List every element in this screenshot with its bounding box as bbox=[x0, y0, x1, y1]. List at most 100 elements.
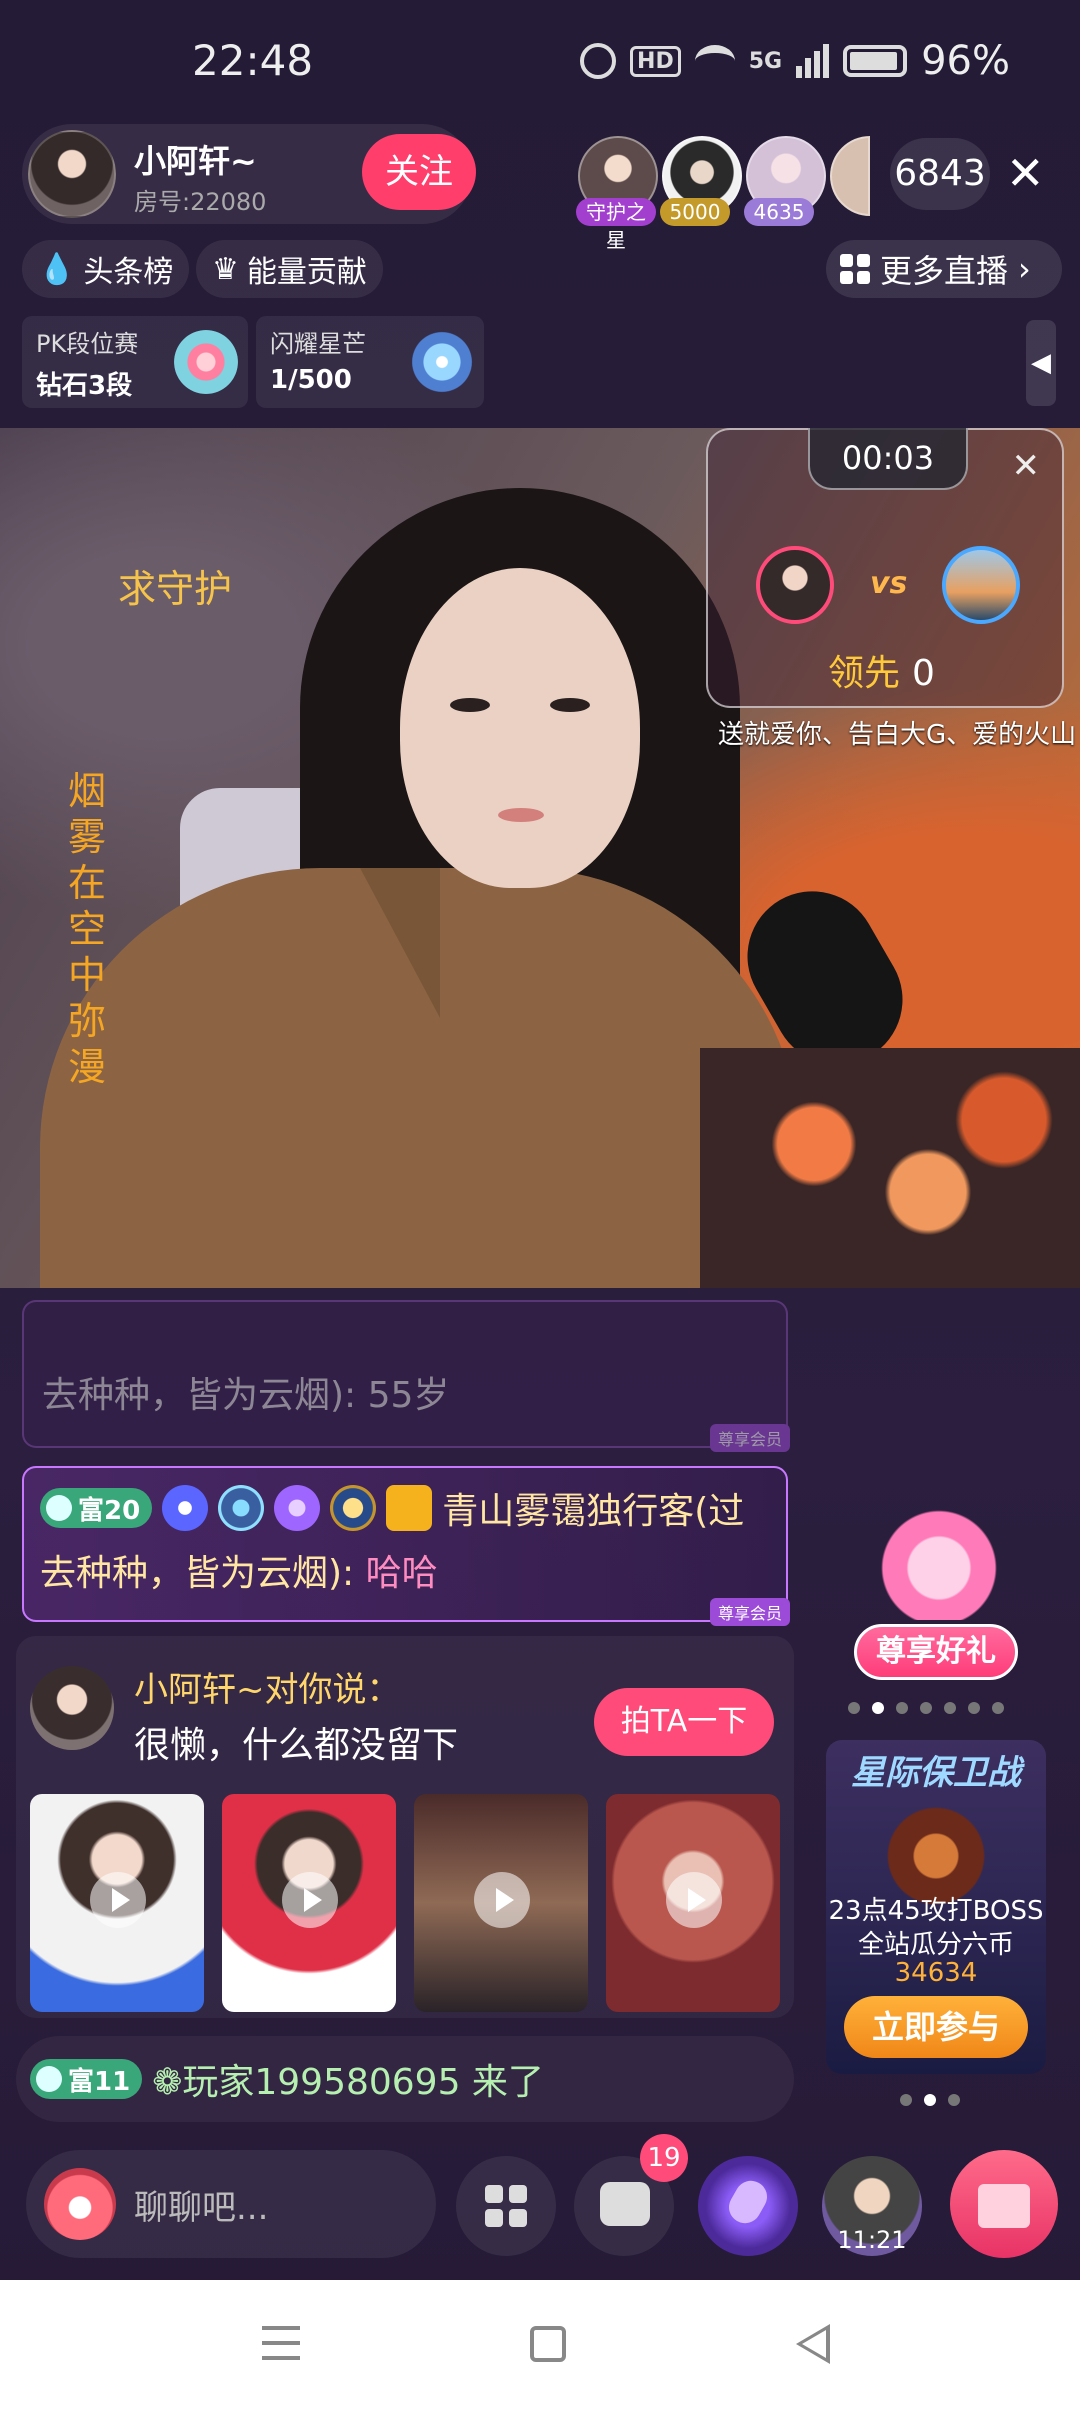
pk-rank-card[interactable]: PK段位赛 钻石3段 bbox=[22, 316, 248, 408]
video-thumbnails bbox=[30, 1794, 780, 2012]
member-tag: 尊享会员 bbox=[709, 1424, 790, 1452]
join-event-button[interactable]: 立即参与 bbox=[844, 1996, 1028, 2058]
host-message-card: 小阿轩~对你说： 很懒，什么都没留下 拍TA一下 bbox=[16, 1636, 794, 2018]
chat-message-faded: 去种种，皆为云烟): 55岁 尊享会员 bbox=[22, 1300, 790, 1452]
top-viewers: 守护之星 5000 4635 bbox=[576, 136, 874, 252]
viewer-avatar[interactable]: 5000 bbox=[660, 136, 742, 226]
video-thumbnail[interactable] bbox=[414, 1794, 588, 2012]
pk-battle-card[interactable]: 00:03 ✕ vs 领先 0 bbox=[706, 428, 1064, 708]
mic-link-button[interactable] bbox=[698, 2156, 798, 2256]
pk-rank-emblem-icon bbox=[174, 330, 238, 394]
close-icon[interactable]: ✕ bbox=[1006, 146, 1045, 200]
video-thumbnail[interactable] bbox=[222, 1794, 396, 2012]
recent-apps-icon[interactable] bbox=[262, 2326, 300, 2360]
status-time: 22:48 bbox=[192, 36, 314, 85]
more-features-button[interactable] bbox=[456, 2156, 556, 2256]
host-message-avatar[interactable] bbox=[30, 1666, 114, 1750]
avatar-timer: 11:21 bbox=[837, 2226, 907, 2254]
host-card[interactable]: 小阿轩~ 房号:22080 关注 bbox=[22, 124, 476, 224]
headline-rank-chip[interactable]: 💧 头条榜 bbox=[22, 240, 190, 298]
notification-badge: 19 bbox=[640, 2134, 688, 2182]
message-icon bbox=[600, 2182, 650, 2226]
video-thumbnail[interactable] bbox=[606, 1794, 780, 2012]
star-emblem-icon bbox=[410, 330, 474, 394]
viewer-count[interactable]: 6843 bbox=[890, 138, 990, 210]
chat-badges: 富20 青山雾霭独行客(过 bbox=[40, 1482, 770, 1534]
viewer-avatar[interactable]: 4635 bbox=[744, 136, 826, 226]
gift-icon bbox=[978, 2184, 1030, 2228]
room-number: 房号:22080 bbox=[134, 188, 267, 216]
chat-input[interactable]: 聊聊吧... bbox=[26, 2150, 436, 2258]
play-icon bbox=[666, 1872, 722, 1928]
host-avatar[interactable] bbox=[28, 130, 116, 218]
battery-percent: 96% bbox=[921, 38, 1010, 84]
chat-line: 去种种，皆为云烟): 哈哈 bbox=[40, 1544, 770, 1596]
streamer-face bbox=[400, 568, 640, 888]
rich-level-badge: 富11 bbox=[30, 2059, 143, 2099]
chat-user-name[interactable]: 青山雾霭独行客(过 bbox=[442, 1482, 744, 1534]
system-nav-bar bbox=[0, 2280, 1080, 2412]
triangle-icon bbox=[46, 1495, 72, 1521]
pk-score: 0 bbox=[912, 653, 935, 694]
chat-faded-text: 去种种，皆为云烟): 55岁 bbox=[42, 1375, 450, 1416]
chat-message[interactable]: 富20 青山雾霭独行客(过 去种种，皆为云烟): 哈哈 尊享会员 bbox=[22, 1466, 790, 1626]
status-bar: 22:48 HD 5G 96% bbox=[0, 0, 1080, 120]
host-message-body: 很懒，什么都没留下 bbox=[134, 1725, 459, 1766]
premium-gift-button[interactable]: 尊享好礼 bbox=[854, 1624, 1018, 1680]
crown-icon: ♛ bbox=[212, 251, 239, 287]
more-live-button[interactable]: 更多直播 › bbox=[826, 240, 1062, 298]
grid-icon bbox=[840, 254, 870, 284]
network-label: 5G bbox=[748, 48, 783, 74]
viewer-badge: 守护之星 bbox=[576, 198, 656, 252]
promo-carousel-dots bbox=[848, 1702, 1004, 1714]
viewer-badge: 4635 bbox=[744, 198, 814, 226]
signal-icon bbox=[796, 44, 830, 78]
event-card[interactable]: 星际保卫战 23点45攻打BOSS 全站瓜分六币 34634 立即参与 bbox=[826, 1740, 1046, 2074]
live-room-screen: 22:48 HD 5G 96% 小阿轩~ 房号:22080 关注 守护之星 50… bbox=[0, 0, 1080, 2412]
more-live-label: 更多直播 bbox=[880, 252, 1009, 290]
host-message-title: 小阿轩~对你说： bbox=[134, 1670, 401, 1710]
pk-timer: 00:03 bbox=[808, 428, 968, 490]
energy-contribution-chip[interactable]: ♛ 能量贡献 bbox=[196, 240, 383, 298]
swirl-badge-icon bbox=[218, 1485, 265, 1531]
shining-star-card[interactable]: 闪耀星芒 1/500 bbox=[256, 316, 484, 408]
wifi-icon bbox=[694, 45, 735, 77]
chat-message-text: 哈哈 bbox=[365, 1553, 438, 1594]
energy-contribution-label: 能量贡献 bbox=[246, 255, 367, 290]
shirt-collar bbox=[360, 868, 440, 1018]
event-line1: 23点45攻打BOSS bbox=[828, 1896, 1044, 1926]
pk-close-icon[interactable]: ✕ bbox=[1012, 446, 1041, 486]
mic-icon bbox=[723, 2174, 773, 2230]
pk-opponent-avatar[interactable] bbox=[942, 546, 1020, 624]
join-notice: 富11 ❁玩家199580695 来了 bbox=[16, 2036, 794, 2122]
robot-icon[interactable] bbox=[44, 2168, 116, 2240]
user-badge-icon bbox=[386, 1485, 433, 1531]
follow-button[interactable]: 关注 bbox=[362, 134, 476, 210]
gift-button[interactable] bbox=[950, 2150, 1058, 2258]
join-text: ❁玩家199580695 来了 bbox=[152, 2062, 544, 2103]
status-icons: HD 5G 96% bbox=[580, 38, 1010, 84]
pat-button[interactable]: 拍TA一下 bbox=[594, 1688, 774, 1756]
viewer-avatar[interactable]: 守护之星 bbox=[576, 136, 658, 252]
diamond-badge-icon bbox=[274, 1485, 321, 1531]
medal-badge-icon bbox=[330, 1485, 377, 1531]
play-icon bbox=[90, 1872, 146, 1928]
video-thumbnail[interactable] bbox=[30, 1794, 204, 2012]
chat-user-name-cont: 去种种，皆为云烟): bbox=[40, 1553, 366, 1594]
viewer-avatar[interactable] bbox=[830, 136, 870, 216]
event-number: 34634 bbox=[894, 1958, 978, 1988]
home-icon[interactable] bbox=[530, 2326, 566, 2362]
viewer-badge: 5000 bbox=[660, 198, 730, 226]
chevron-right-icon: › bbox=[1018, 250, 1031, 288]
premium-gift-promo[interactable]: 尊享好礼 bbox=[854, 1490, 1024, 1680]
pk-host-avatar[interactable] bbox=[756, 546, 834, 624]
back-icon[interactable] bbox=[796, 2324, 830, 2364]
host-name: 小阿轩~ bbox=[134, 142, 257, 180]
triangle-icon bbox=[36, 2066, 62, 2092]
pk-vs-label: vs bbox=[870, 566, 908, 601]
pk-lead-label: 领先 bbox=[828, 653, 901, 694]
alarm-icon bbox=[580, 43, 617, 79]
guard-request-text: 求守护 bbox=[118, 567, 233, 611]
collapse-toggle-icon[interactable]: ◀ bbox=[1026, 320, 1056, 406]
drop-icon: 💧 bbox=[38, 251, 76, 287]
